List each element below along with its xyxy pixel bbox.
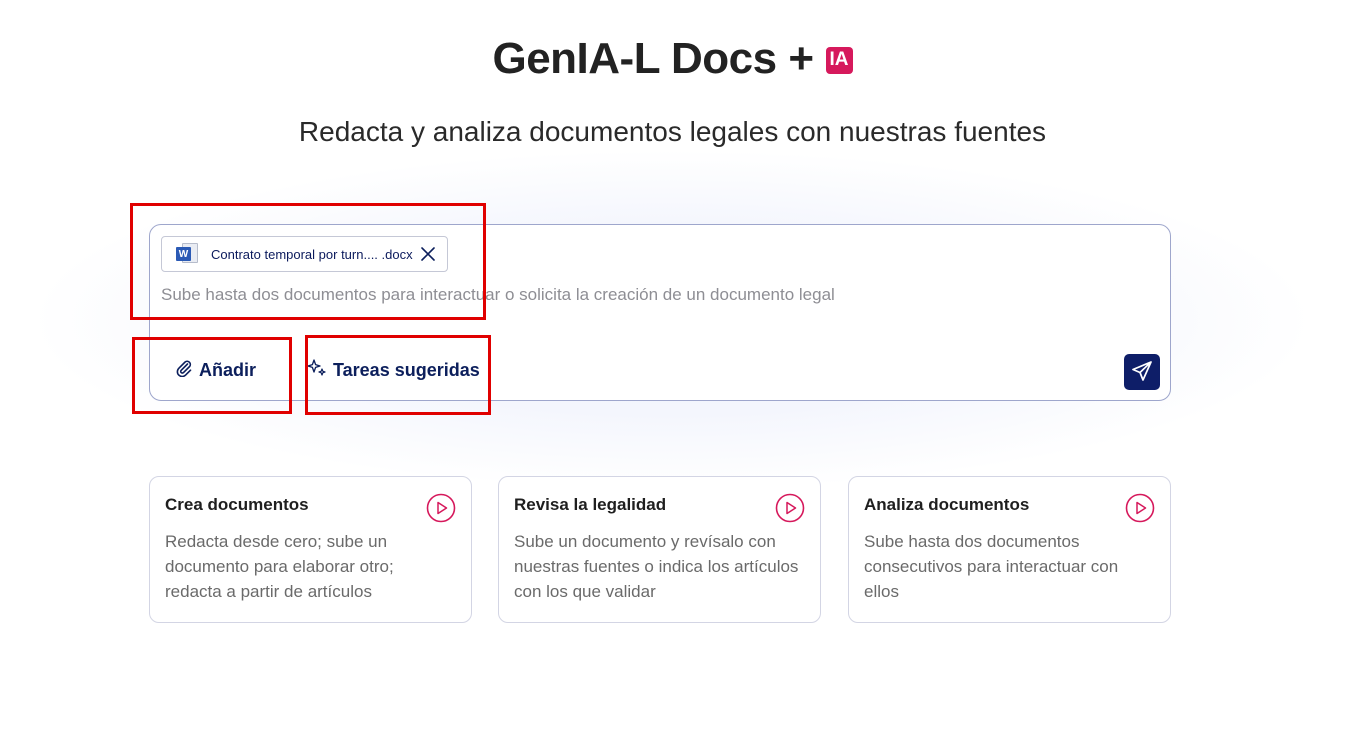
card-create-documents[interactable]: Crea documentos Redacta desde cero; sube… bbox=[149, 476, 472, 623]
add-button-label: Añadir bbox=[199, 359, 257, 380]
card-title: Analiza documentos bbox=[864, 495, 1030, 514]
play-icon[interactable] bbox=[775, 493, 805, 523]
play-icon[interactable] bbox=[1125, 493, 1155, 523]
send-paper-plane-icon bbox=[1131, 360, 1153, 385]
ia-badge: IA bbox=[825, 46, 853, 74]
send-button[interactable] bbox=[1124, 354, 1160, 390]
attached-file-name: Contrato temporal por turn.... .docx bbox=[211, 246, 413, 262]
page-title: GenIA-L Docs + IA bbox=[0, 34, 1345, 84]
card-description: Redacta desde cero; sube un documento pa… bbox=[165, 532, 394, 601]
card-title: Crea documentos bbox=[165, 495, 309, 514]
card-description: Sube hasta dos documentos consecutivos p… bbox=[864, 532, 1119, 601]
page-subtitle: Redacta y analiza documentos legales con… bbox=[298, 116, 1047, 147]
card-review-legality[interactable]: Revisa la legalidad Sube un documento y … bbox=[498, 476, 821, 623]
card-description: Sube un documento y revísalo con nuestra… bbox=[514, 532, 799, 601]
word-document-icon: W bbox=[176, 243, 200, 265]
play-icon[interactable] bbox=[426, 493, 456, 523]
prompt-input[interactable] bbox=[161, 283, 1151, 307]
suggested-tasks-label: Tareas sugeridas bbox=[333, 359, 480, 380]
sparkle-icon bbox=[307, 358, 327, 383]
paperclip-icon bbox=[176, 359, 192, 382]
attached-file-chip[interactable]: W Contrato temporal por turn.... .docx bbox=[161, 236, 448, 272]
prompt-composer: W Contrato temporal por turn.... .docx A… bbox=[149, 224, 1171, 401]
suggested-tasks-button[interactable]: Tareas sugeridas bbox=[307, 356, 480, 384]
app-title: GenIA-L Docs + bbox=[492, 34, 814, 83]
remove-file-close-icon[interactable] bbox=[419, 245, 437, 263]
card-analyze-documents[interactable]: Analiza documentos Sube hasta dos docume… bbox=[848, 476, 1171, 623]
add-attachment-button[interactable]: Añadir bbox=[176, 356, 256, 384]
card-title: Revisa la legalidad bbox=[514, 495, 667, 514]
